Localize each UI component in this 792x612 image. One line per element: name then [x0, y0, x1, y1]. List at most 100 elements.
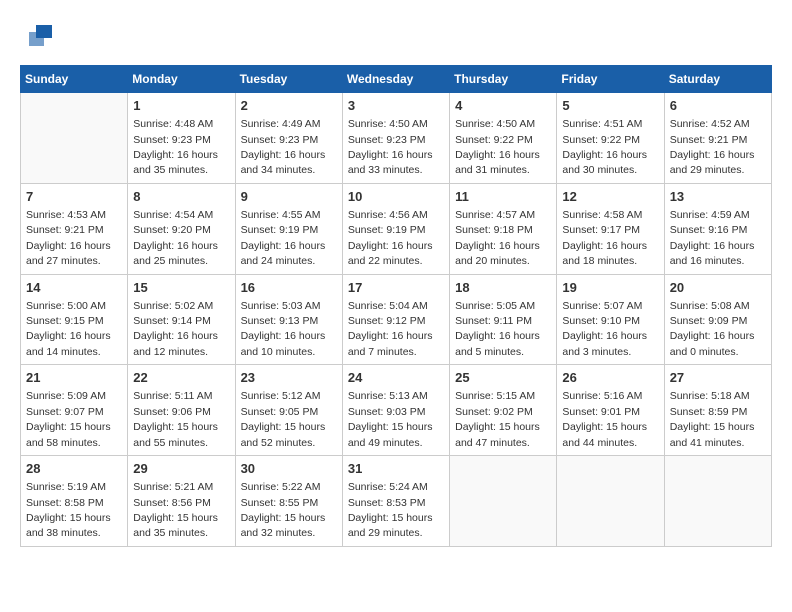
day-number: 30 [241, 460, 337, 478]
day-number: 16 [241, 279, 337, 297]
calendar-cell: 13 Sunrise: 4:59 AMSunset: 9:16 PMDaylig… [664, 183, 771, 274]
day-number: 21 [26, 369, 122, 387]
calendar-cell: 9 Sunrise: 4:55 AMSunset: 9:19 PMDayligh… [235, 183, 342, 274]
day-info: Sunrise: 4:48 AMSunset: 9:23 PMDaylight:… [133, 118, 218, 176]
day-number: 31 [348, 460, 444, 478]
calendar-cell [21, 93, 128, 184]
day-number: 4 [455, 97, 551, 115]
calendar-cell: 19 Sunrise: 5:07 AMSunset: 9:10 PMDaylig… [557, 274, 664, 365]
header-tuesday: Tuesday [235, 66, 342, 93]
calendar-cell: 31 Sunrise: 5:24 AMSunset: 8:53 PMDaylig… [342, 456, 449, 547]
day-number: 5 [562, 97, 658, 115]
day-number: 18 [455, 279, 551, 297]
day-number: 8 [133, 188, 229, 206]
day-info: Sunrise: 4:49 AMSunset: 9:23 PMDaylight:… [241, 118, 326, 176]
day-info: Sunrise: 5:07 AMSunset: 9:10 PMDaylight:… [562, 300, 647, 358]
day-info: Sunrise: 5:09 AMSunset: 9:07 PMDaylight:… [26, 390, 111, 448]
calendar-cell: 24 Sunrise: 5:13 AMSunset: 9:03 PMDaylig… [342, 365, 449, 456]
day-info: Sunrise: 4:53 AMSunset: 9:21 PMDaylight:… [26, 209, 111, 267]
logo-icon [24, 20, 54, 50]
day-info: Sunrise: 5:24 AMSunset: 8:53 PMDaylight:… [348, 481, 433, 539]
day-number: 7 [26, 188, 122, 206]
day-info: Sunrise: 4:54 AMSunset: 9:20 PMDaylight:… [133, 209, 218, 267]
calendar-cell: 14 Sunrise: 5:00 AMSunset: 9:15 PMDaylig… [21, 274, 128, 365]
calendar-cell: 18 Sunrise: 5:05 AMSunset: 9:11 PMDaylig… [450, 274, 557, 365]
calendar-cell: 4 Sunrise: 4:50 AMSunset: 9:22 PMDayligh… [450, 93, 557, 184]
calendar-cell: 27 Sunrise: 5:18 AMSunset: 8:59 PMDaylig… [664, 365, 771, 456]
day-number: 22 [133, 369, 229, 387]
calendar-cell: 5 Sunrise: 4:51 AMSunset: 9:22 PMDayligh… [557, 93, 664, 184]
day-info: Sunrise: 5:19 AMSunset: 8:58 PMDaylight:… [26, 481, 111, 539]
calendar-week-1: 7 Sunrise: 4:53 AMSunset: 9:21 PMDayligh… [21, 183, 772, 274]
page-header [20, 20, 772, 55]
calendar-cell: 7 Sunrise: 4:53 AMSunset: 9:21 PMDayligh… [21, 183, 128, 274]
day-info: Sunrise: 4:57 AMSunset: 9:18 PMDaylight:… [455, 209, 540, 267]
day-number: 28 [26, 460, 122, 478]
calendar-cell [557, 456, 664, 547]
calendar-cell: 21 Sunrise: 5:09 AMSunset: 9:07 PMDaylig… [21, 365, 128, 456]
day-info: Sunrise: 4:51 AMSunset: 9:22 PMDaylight:… [562, 118, 647, 176]
day-info: Sunrise: 5:04 AMSunset: 9:12 PMDaylight:… [348, 300, 433, 358]
calendar-cell: 17 Sunrise: 5:04 AMSunset: 9:12 PMDaylig… [342, 274, 449, 365]
day-number: 17 [348, 279, 444, 297]
day-info: Sunrise: 5:13 AMSunset: 9:03 PMDaylight:… [348, 390, 433, 448]
day-info: Sunrise: 4:55 AMSunset: 9:19 PMDaylight:… [241, 209, 326, 267]
calendar-cell: 1 Sunrise: 4:48 AMSunset: 9:23 PMDayligh… [128, 93, 235, 184]
day-number: 13 [670, 188, 766, 206]
day-number: 1 [133, 97, 229, 115]
day-info: Sunrise: 5:03 AMSunset: 9:13 PMDaylight:… [241, 300, 326, 358]
day-number: 3 [348, 97, 444, 115]
calendar-table: SundayMondayTuesdayWednesdayThursdayFrid… [20, 65, 772, 547]
day-number: 24 [348, 369, 444, 387]
calendar-cell [450, 456, 557, 547]
calendar-week-3: 21 Sunrise: 5:09 AMSunset: 9:07 PMDaylig… [21, 365, 772, 456]
day-number: 29 [133, 460, 229, 478]
header-saturday: Saturday [664, 66, 771, 93]
day-number: 11 [455, 188, 551, 206]
header-friday: Friday [557, 66, 664, 93]
calendar-cell: 28 Sunrise: 5:19 AMSunset: 8:58 PMDaylig… [21, 456, 128, 547]
day-number: 9 [241, 188, 337, 206]
calendar-cell [664, 456, 771, 547]
day-number: 2 [241, 97, 337, 115]
calendar-cell: 8 Sunrise: 4:54 AMSunset: 9:20 PMDayligh… [128, 183, 235, 274]
calendar-cell: 26 Sunrise: 5:16 AMSunset: 9:01 PMDaylig… [557, 365, 664, 456]
day-number: 15 [133, 279, 229, 297]
day-info: Sunrise: 4:52 AMSunset: 9:21 PMDaylight:… [670, 118, 755, 176]
calendar-cell: 3 Sunrise: 4:50 AMSunset: 9:23 PMDayligh… [342, 93, 449, 184]
day-number: 27 [670, 369, 766, 387]
day-number: 19 [562, 279, 658, 297]
day-info: Sunrise: 4:58 AMSunset: 9:17 PMDaylight:… [562, 209, 647, 267]
day-info: Sunrise: 5:08 AMSunset: 9:09 PMDaylight:… [670, 300, 755, 358]
calendar-header-row: SundayMondayTuesdayWednesdayThursdayFrid… [21, 66, 772, 93]
day-info: Sunrise: 4:56 AMSunset: 9:19 PMDaylight:… [348, 209, 433, 267]
day-number: 26 [562, 369, 658, 387]
day-number: 14 [26, 279, 122, 297]
day-info: Sunrise: 5:12 AMSunset: 9:05 PMDaylight:… [241, 390, 326, 448]
day-info: Sunrise: 5:15 AMSunset: 9:02 PMDaylight:… [455, 390, 540, 448]
calendar-week-0: 1 Sunrise: 4:48 AMSunset: 9:23 PMDayligh… [21, 93, 772, 184]
calendar-cell: 16 Sunrise: 5:03 AMSunset: 9:13 PMDaylig… [235, 274, 342, 365]
day-number: 20 [670, 279, 766, 297]
day-info: Sunrise: 4:59 AMSunset: 9:16 PMDaylight:… [670, 209, 755, 267]
calendar-cell: 12 Sunrise: 4:58 AMSunset: 9:17 PMDaylig… [557, 183, 664, 274]
calendar-cell: 22 Sunrise: 5:11 AMSunset: 9:06 PMDaylig… [128, 365, 235, 456]
calendar-week-4: 28 Sunrise: 5:19 AMSunset: 8:58 PMDaylig… [21, 456, 772, 547]
header-monday: Monday [128, 66, 235, 93]
day-number: 25 [455, 369, 551, 387]
calendar-cell: 15 Sunrise: 5:02 AMSunset: 9:14 PMDaylig… [128, 274, 235, 365]
logo [20, 20, 54, 55]
day-info: Sunrise: 5:11 AMSunset: 9:06 PMDaylight:… [133, 390, 218, 448]
calendar-cell: 30 Sunrise: 5:22 AMSunset: 8:55 PMDaylig… [235, 456, 342, 547]
day-info: Sunrise: 4:50 AMSunset: 9:22 PMDaylight:… [455, 118, 540, 176]
day-number: 12 [562, 188, 658, 206]
calendar-week-2: 14 Sunrise: 5:00 AMSunset: 9:15 PMDaylig… [21, 274, 772, 365]
calendar-cell: 2 Sunrise: 4:49 AMSunset: 9:23 PMDayligh… [235, 93, 342, 184]
day-info: Sunrise: 4:50 AMSunset: 9:23 PMDaylight:… [348, 118, 433, 176]
calendar-cell: 20 Sunrise: 5:08 AMSunset: 9:09 PMDaylig… [664, 274, 771, 365]
header-thursday: Thursday [450, 66, 557, 93]
day-number: 10 [348, 188, 444, 206]
day-info: Sunrise: 5:16 AMSunset: 9:01 PMDaylight:… [562, 390, 647, 448]
calendar-cell: 29 Sunrise: 5:21 AMSunset: 8:56 PMDaylig… [128, 456, 235, 547]
day-info: Sunrise: 5:00 AMSunset: 9:15 PMDaylight:… [26, 300, 111, 358]
